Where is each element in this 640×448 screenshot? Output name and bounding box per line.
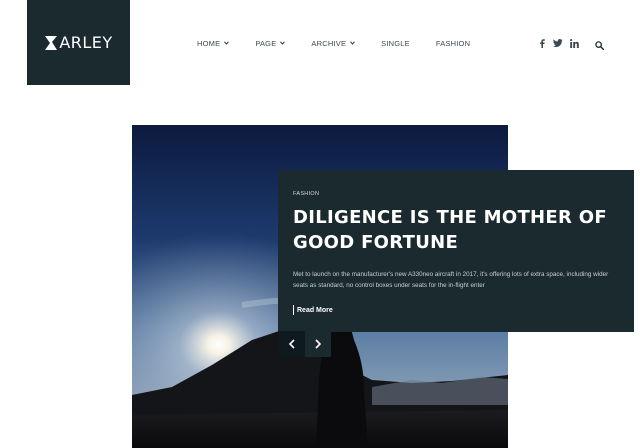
facebook-icon[interactable] [537, 38, 547, 48]
logo-text: ARLEY [59, 33, 113, 52]
nav-item-label: PAGE [255, 38, 277, 48]
logo-mark: ARLEY [44, 33, 112, 52]
chevron-down-icon [350, 41, 356, 45]
twitter-icon[interactable] [553, 38, 563, 48]
nav-item-page[interactable]: PAGE [255, 38, 286, 48]
post-excerpt: Met to launch on the manufacturer's new … [293, 271, 609, 289]
slider-next-button[interactable] [305, 331, 331, 357]
nav-item-archive[interactable]: ARCHIVE [311, 38, 356, 48]
nav-item-home[interactable]: HOME [197, 38, 230, 48]
nav-item-fashion[interactable]: FASHION [436, 39, 470, 48]
nav-item-label: ARCHIVE [311, 38, 347, 48]
search-icon[interactable] [595, 37, 605, 51]
nav-item-label: FASHION [435, 38, 471, 48]
logo-k-icon [45, 35, 58, 50]
slider-controls [279, 331, 331, 357]
nav-item-single[interactable]: SINGLE [381, 39, 410, 48]
read-more-link[interactable]: Read More [293, 305, 333, 315]
main-nav: HOME PAGE ARCHIVE SINGLE FASHION [197, 36, 496, 50]
post-title[interactable]: DILIGENCE IS THE MOTHER OF GOOD FORTUNE [293, 205, 613, 255]
post-category-label[interactable]: FASHION [293, 191, 619, 197]
linkedin-icon[interactable] [569, 38, 579, 48]
chevron-right-icon [315, 339, 322, 349]
chevron-down-icon [280, 41, 286, 45]
chevron-down-icon [224, 41, 230, 45]
nav-item-label: SINGLE [381, 38, 410, 48]
social-links [537, 36, 585, 50]
chevron-left-icon [288, 339, 295, 349]
featured-post-card: FASHION DILIGENCE IS THE MOTHER OF GOOD … [278, 170, 634, 332]
slider-prev-button[interactable] [279, 331, 305, 357]
site-logo[interactable]: ARLEY [27, 0, 130, 85]
nav-item-label: HOME [197, 38, 221, 48]
